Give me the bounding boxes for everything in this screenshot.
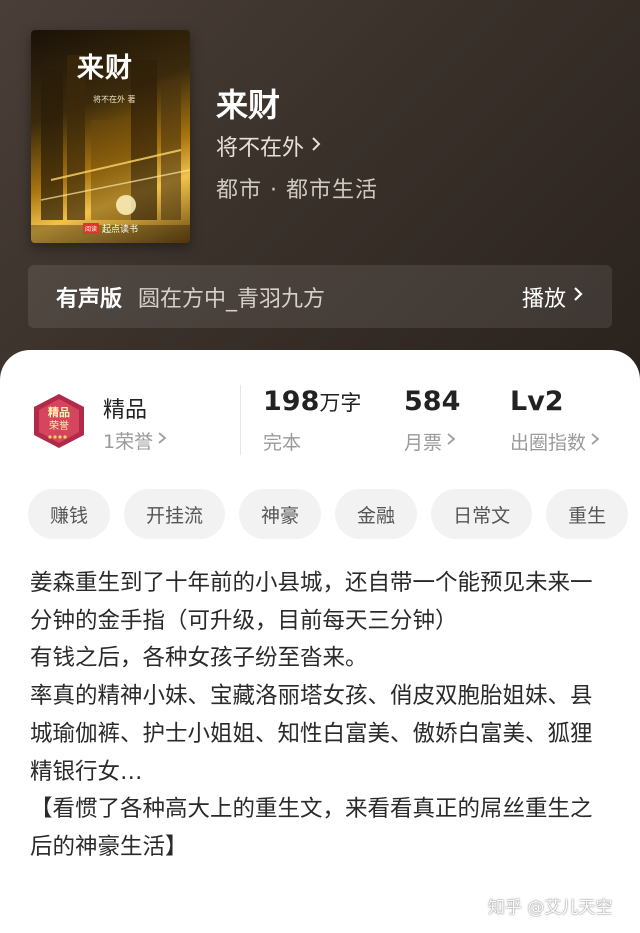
level-value: Lv2 [510,386,564,417]
completion-status: 完本 [263,432,302,454]
svg-text:荣誉: 荣誉 [49,419,69,432]
book-genre: 都市 · 都市生活 [216,178,378,203]
chevron-right-icon [446,431,456,452]
chevron-right-icon [157,430,167,451]
watermark: 知乎 @艾儿天空 [488,898,613,918]
stats-divider [240,385,241,455]
book-description: 姜森重生到了十年前的小县城，还自带一个能预见未来一分钟的金手指（可升级，目前每天… [30,565,610,867]
audio-narrator: 圆在方中_青羽九方 [138,286,326,312]
audio-label: 有声版 [56,286,123,312]
word-count-value: 198 [263,386,320,417]
monthly-votes-link[interactable]: 月票 [404,428,456,455]
tag-chip[interactable]: 开挂流 [124,489,226,539]
chevron-right-icon [590,431,600,452]
cover-publisher-logo: 阅读 起点读书 [83,222,138,235]
tag-chip[interactable]: 重生 [546,489,629,539]
tag-chip[interactable]: 赚钱 [28,489,111,539]
description-paragraph: 率真的精神小妹、宝藏洛丽塔女孩、俏皮双胞胎姐妹、县城瑜伽裤、护士小姐姐、知性白富… [30,683,593,785]
description-paragraph: 有钱之后，各种女孩子纷至沓来。 [30,645,368,672]
chevron-right-icon [310,135,322,158]
book-header: 来财 将不在外 著 阅读 起点读书 来财 将不在外 都市 · 都市生活 有声版 … [0,0,640,380]
description-paragraph: 【看惯了各种高大上的重生文，来看看真正的屌丝重生之后的神豪生活】 [30,796,593,860]
tag-list: 赚钱 开挂流 神豪 金融 日常文 重生 [28,489,629,539]
play-label: 播放 [521,286,566,312]
author-name: 将不在外 [216,136,305,161]
tag-chip[interactable]: 神豪 [239,489,322,539]
publisher-badge: 阅读 [83,223,100,234]
quality-label: 精品 [103,398,148,423]
word-count-unit: 万字 [319,391,362,415]
book-title: 来财 [216,86,281,124]
publisher-name: 起点读书 [102,225,139,235]
svg-text:精品: 精品 [48,405,70,419]
tag-chip[interactable]: 金融 [335,489,418,539]
tag-chip[interactable]: 日常文 [431,489,533,539]
cover-author: 将不在外 著 [93,95,136,104]
chevron-right-icon [572,285,584,308]
monthly-votes-value: 584 [404,386,461,417]
honors-link[interactable]: 1荣誉 [103,427,167,454]
level-label: 出圈指数 [510,432,587,454]
audio-version-bar[interactable]: 有声版 圆在方中_青羽九方 播放 [28,265,612,328]
play-button[interactable]: 播放 [522,281,584,313]
monthly-votes-label: 月票 [404,432,443,454]
honors-count: 1荣誉 [103,431,154,453]
level-link[interactable]: 出圈指数 [510,428,600,455]
author-link[interactable]: 将不在外 [216,130,322,162]
cover-title: 来财 [77,53,133,84]
book-cover[interactable]: 来财 将不在外 著 阅读 起点读书 [31,30,190,243]
description-paragraph: 姜森重生到了十年前的小县城，还自带一个能预见未来一分钟的金手指（可升级，目前每天… [30,570,593,634]
word-count: 198万字 [263,386,361,417]
quality-badge-icon[interactable]: 精品 荣誉 [30,392,88,450]
